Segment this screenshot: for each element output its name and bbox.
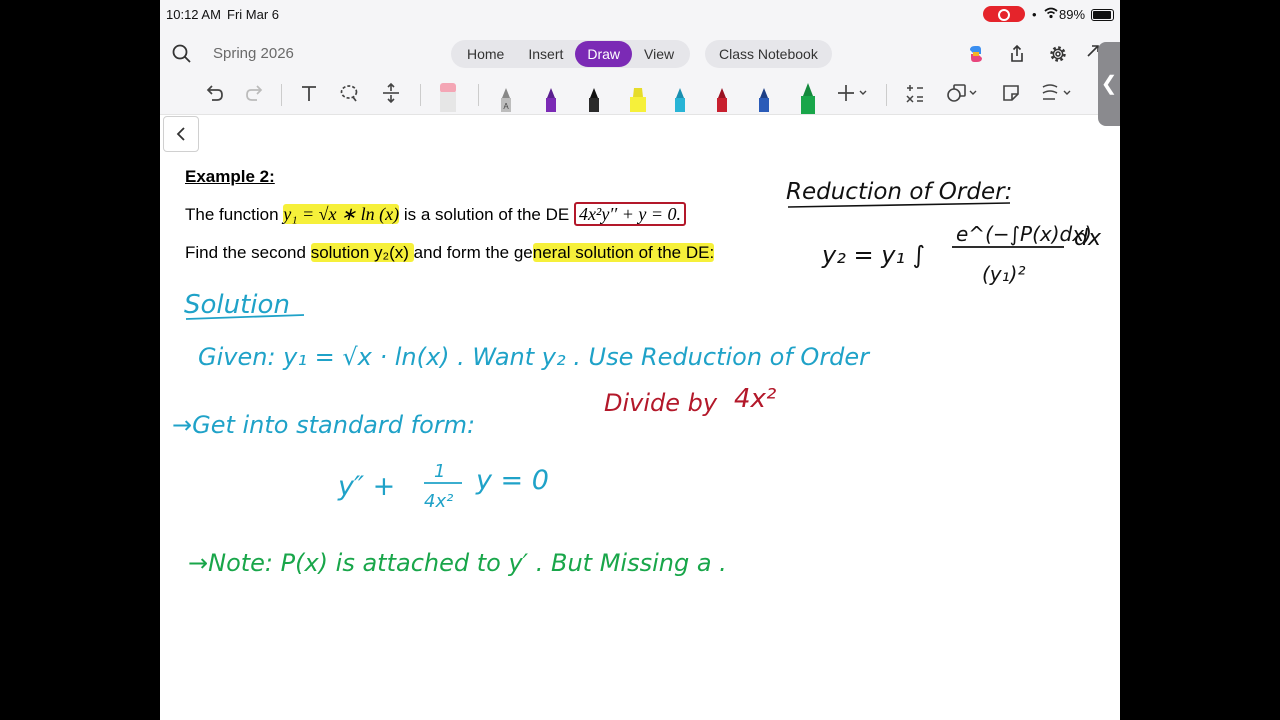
yellow-highlighter-icon[interactable] — [626, 82, 650, 112]
status-time: 10:12 AM — [166, 7, 221, 22]
shapes-icon[interactable] — [946, 82, 980, 104]
redo-icon[interactable] — [244, 82, 266, 104]
pencil-tool-icon[interactable]: A — [496, 82, 516, 112]
search-icon[interactable] — [172, 44, 192, 64]
equation-rhs: y = 0 — [475, 465, 549, 496]
equation-lhs: y″ + — [337, 471, 395, 502]
toolbar-divider — [281, 84, 282, 106]
battery-icon — [1091, 9, 1114, 21]
add-pen-icon[interactable] — [836, 82, 870, 104]
share-icon[interactable] — [1007, 44, 1027, 64]
location-icon: • — [1032, 7, 1037, 22]
black-pen-icon[interactable] — [584, 82, 604, 112]
screen-recording-indicator — [983, 6, 1025, 22]
draw-toolbar: A — [160, 78, 1120, 115]
class-notebook-button[interactable]: Class Notebook — [705, 40, 832, 68]
status-date: Fri Mar 6 — [227, 7, 279, 22]
formula-numerator: e^(−∫P(x)dx) — [956, 222, 1092, 246]
toolbar-divider — [478, 84, 479, 106]
ink-to-text-icon[interactable] — [1040, 82, 1074, 104]
tab-insert[interactable]: Insert — [516, 41, 575, 67]
notebook-name[interactable]: Spring 2026 — [213, 45, 294, 62]
red-pen-icon[interactable] — [712, 82, 732, 112]
add-space-icon[interactable] — [380, 82, 402, 104]
wifi-icon — [1044, 7, 1058, 19]
formula-denominator: (y₁)² — [982, 262, 1025, 286]
given-line: Given: y₁ = √x · ln(x) . Want y₂ . Use R… — [198, 343, 871, 371]
note-line: →Note: P(x) is attached to y′ . But Miss… — [188, 549, 727, 577]
divide-by-expression: 4x² — [734, 384, 776, 414]
handwritten-ink-layer: Reduction of Order: y₂ = y₁ ∫ e^(−∫P(x)d… — [172, 179, 1102, 577]
eraser-tool-icon[interactable] — [436, 82, 460, 112]
formula-lhs: y₂ = y₁ ∫ — [821, 241, 925, 269]
purple-pen-icon[interactable] — [541, 82, 561, 112]
equation-fraction-denominator: 4x² — [424, 491, 453, 512]
math-icon[interactable] — [904, 82, 926, 104]
tab-view[interactable]: View — [632, 41, 686, 67]
ink-to-shape-icon[interactable] — [1000, 82, 1022, 104]
tab-home[interactable]: Home — [455, 41, 516, 67]
divide-by-text: Divide by — [604, 389, 718, 417]
ribbon-tabs: Home Insert Draw View — [451, 40, 691, 68]
copilot-icon[interactable] — [966, 44, 986, 64]
blue-pen-icon[interactable] — [754, 82, 774, 112]
battery-percent: 89% — [1059, 7, 1086, 22]
green-pen-icon[interactable] — [797, 82, 819, 114]
tab-draw[interactable]: Draw — [575, 41, 633, 67]
top-bar: Spring 2026 Home Insert Draw View Class … — [160, 28, 1120, 78]
teal-pen-icon[interactable] — [670, 82, 690, 112]
text-tool-icon[interactable] — [298, 82, 320, 104]
equation-fraction-numerator: 1 — [434, 461, 445, 482]
formula-dx: dx — [1074, 226, 1102, 251]
note-page[interactable]: Example 2: The function y₁ = √x ∗ ln (x)… — [160, 115, 1120, 720]
settings-gear-icon[interactable] — [1048, 44, 1068, 64]
standard-form-line: →Get into standard form: — [172, 411, 475, 439]
undo-icon[interactable] — [203, 82, 225, 104]
svg-text:A: A — [503, 102, 509, 111]
status-bar: 10:12 AM Fri Mar 6 • 89% — [160, 0, 1120, 28]
onenote-screen: 10:12 AM Fri Mar 6 • 89% Spring 2026 Hom… — [160, 0, 1120, 720]
toolbar-divider — [420, 84, 421, 106]
toolbar-divider — [886, 84, 887, 106]
lasso-select-icon[interactable] — [338, 82, 360, 104]
reduction-of-order-heading: Reduction of Order: — [786, 179, 1012, 205]
side-panel-toggle[interactable]: ❮ — [1098, 42, 1120, 126]
